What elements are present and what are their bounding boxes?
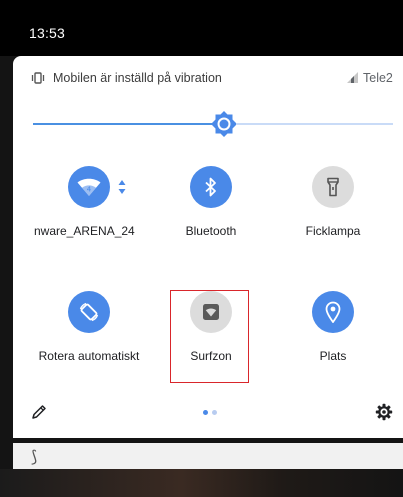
tile-flashlight[interactable]: Ficklampa (268, 166, 398, 266)
wifi-icon: 4 (77, 178, 101, 196)
edit-pencil-icon[interactable] (31, 404, 47, 420)
wallpaper-background (0, 469, 403, 497)
status-time: 13:53 (29, 25, 66, 41)
tile-auto-rotate[interactable]: Rotera automatiskt (24, 291, 154, 391)
tile-location[interactable]: Plats (268, 291, 398, 391)
notification-app-icon: ⟆ (31, 447, 38, 466)
bluetooth-icon (205, 177, 216, 197)
tile-wifi[interactable]: 4 nware_ARENA_24 (24, 166, 154, 266)
tile-label: Plats (319, 349, 347, 363)
notification-strip[interactable]: ⟆ (13, 443, 403, 469)
brightness-slider-fill (33, 123, 224, 125)
highlight-box (170, 290, 249, 383)
carrier-name: Tele2 (363, 71, 393, 85)
brightness-thumb-icon[interactable] (209, 109, 239, 139)
signal-icon (347, 72, 358, 83)
svg-text:4: 4 (87, 186, 92, 194)
location-tile-button[interactable] (312, 291, 354, 333)
tile-label: Rotera automatiskt (38, 349, 140, 363)
tile-label: Bluetooth (185, 224, 237, 238)
page-dot (203, 410, 208, 415)
rotate-tile-button[interactable] (68, 291, 110, 333)
data-activity-icon (118, 180, 126, 194)
page-dot (212, 410, 217, 415)
wifi-tile-button[interactable]: 4 (68, 166, 110, 208)
tile-bluetooth[interactable]: Bluetooth (146, 166, 276, 266)
tile-label: Ficklampa (305, 224, 361, 238)
tile-label: nware_ARENA_24 (34, 224, 135, 238)
gear-icon[interactable] (375, 403, 393, 421)
flashlight-icon (327, 177, 339, 197)
bluetooth-tile-button[interactable] (190, 166, 232, 208)
location-icon (325, 301, 341, 323)
flashlight-tile-button[interactable] (312, 166, 354, 208)
rotate-icon (79, 302, 99, 322)
ringer-mode-text[interactable]: Mobilen är inställd på vibration (53, 71, 222, 85)
vibrate-icon (31, 72, 45, 84)
status-bar: 13:53 (0, 0, 403, 56)
quick-settings-header: Mobilen är inställd på vibration Tele2 (13, 56, 403, 98)
